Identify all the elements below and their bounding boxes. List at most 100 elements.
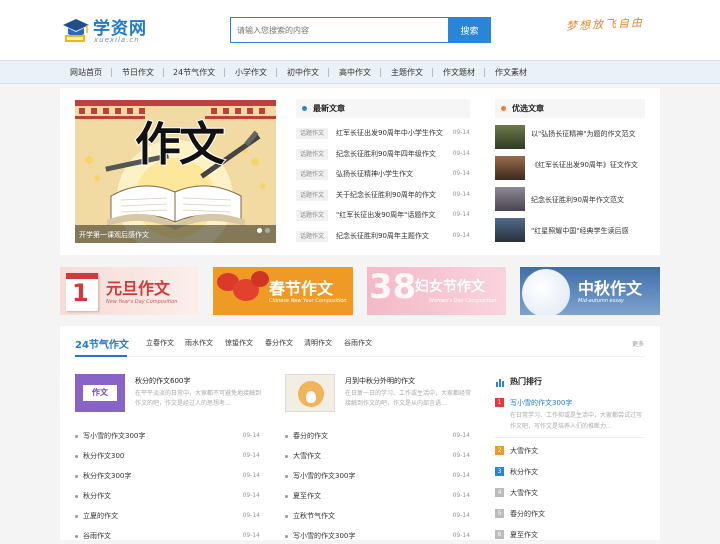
slider-dots[interactable] xyxy=(254,218,270,237)
banner-mid-autumn[interactable]: 中秋作文 Mid-autumn essay xyxy=(520,267,660,315)
article-link[interactable]: 《红军长征出发90周年》征文作文 xyxy=(531,160,643,171)
featured-article[interactable]: 作文 秋分的作文600字 在平平淡淡的日常中，大家都不可避免地接触到作文的吧，作… xyxy=(75,374,265,416)
list-item[interactable]: 秋分作文300 09-14 xyxy=(75,450,260,464)
pick-item[interactable]: 以"弘扬长征精神"为题的作文范文 xyxy=(495,125,645,155)
list-item[interactable]: 大雪作文 09-14 xyxy=(285,450,470,464)
article-thumbnail[interactable] xyxy=(495,156,525,180)
banner-new-year[interactable]: 1 元旦作文 New Year's Day Composition xyxy=(60,267,199,315)
latest-row[interactable]: 话题作文 纪念长征胜利90周年四年级作文 09-14 xyxy=(296,148,470,162)
hot-item[interactable]: 2 大雪作文 xyxy=(495,445,645,459)
nav-home[interactable]: 网站首页 xyxy=(70,67,102,78)
list-item[interactable]: 春分的作文 09-14 xyxy=(285,430,470,444)
tab-qingming[interactable]: 清明作文 xyxy=(304,338,332,348)
article-date: 09-14 xyxy=(452,129,470,136)
hot-item-top[interactable]: 1 写小雪的作文300字 xyxy=(495,397,645,411)
banner-womens-day[interactable]: 38 妇女节作文 Women's Day Composition xyxy=(367,267,506,315)
article-link[interactable]: 月到中秋分外明的作文 xyxy=(345,376,415,386)
article-link[interactable]: 红军长征出发90周年中小学生作文 xyxy=(336,128,443,138)
article-link[interactable]: 大雪作文 xyxy=(510,488,538,498)
article-link[interactable]: 秋分作文300字 xyxy=(83,471,131,481)
article-link[interactable]: 大雪作文 xyxy=(293,451,321,461)
article-link[interactable]: 纪念长征胜利90周年主题作文 xyxy=(336,231,429,241)
tab-jingzhe[interactable]: 惊蛰作文 xyxy=(225,338,253,348)
solar-terms-title[interactable]: 24节气作文 xyxy=(75,336,129,351)
latest-row[interactable]: 话题作文 "红军长征出发90周年"话题作文 09-14 xyxy=(296,209,470,223)
category-tag[interactable]: 话题作文 xyxy=(296,210,329,221)
article-thumbnail[interactable] xyxy=(495,218,525,242)
latest-row[interactable]: 话题作文 关于纪念长征胜利90周年的作文 09-14 xyxy=(296,189,470,203)
pick-item[interactable]: 《红军长征出发90周年》征文作文 xyxy=(495,156,645,186)
article-thumbnail[interactable] xyxy=(495,125,525,149)
slider-dot[interactable] xyxy=(257,228,262,233)
pick-item[interactable]: "红星照耀中国"经典学生读后感 xyxy=(495,218,645,248)
list-item[interactable]: 立秋节气作文 09-14 xyxy=(285,510,470,524)
article-link[interactable]: 写小雪的作文300字 xyxy=(293,471,355,481)
hot-item[interactable]: 5 春分的作文 xyxy=(495,508,645,522)
category-tag[interactable]: 话题作文 xyxy=(296,231,329,242)
latest-row[interactable]: 话题作文 纪念长征胜利90周年主题作文 09-14 xyxy=(296,230,470,244)
nav-primary[interactable]: 小学作文 xyxy=(235,67,267,78)
list-item[interactable]: 夏至作文 09-14 xyxy=(285,490,470,504)
site-logo[interactable]: 学资网 xuexila.cn xyxy=(62,14,162,48)
category-tag[interactable]: 话题作文 xyxy=(296,128,329,139)
list-item[interactable]: 秋分作文300字 09-14 xyxy=(75,470,260,484)
nav-theme[interactable]: 主题作文 xyxy=(391,67,423,78)
hero-caption[interactable]: 开学第一课观后感作文 xyxy=(75,225,276,243)
article-link[interactable]: 立夏的作文 xyxy=(83,511,118,521)
pick-item[interactable]: 纪念长征胜利90周年作文范文 xyxy=(495,187,645,217)
search-input[interactable] xyxy=(230,17,448,43)
article-link[interactable]: 关于纪念长征胜利90周年的作文 xyxy=(336,190,436,200)
more-link[interactable]: 更多 xyxy=(632,339,644,348)
list-item[interactable]: 秋分作文 09-14 xyxy=(75,490,260,504)
article-link[interactable]: 写小雪的作文300字 xyxy=(83,431,145,441)
list-item[interactable]: 谷雨作文 09-14 xyxy=(75,530,260,544)
article-link[interactable]: 春分的作文 xyxy=(293,431,328,441)
article-link[interactable]: 春分的作文 xyxy=(510,509,545,519)
article-link[interactable]: 秋分作文 xyxy=(83,491,111,501)
hero-slider[interactable]: 作文 开学第一课观后感作文 xyxy=(75,100,276,243)
hot-item[interactable]: 6 夏至作文 xyxy=(495,529,645,543)
list-item[interactable]: 写小雪的作文300字 09-14 xyxy=(285,470,470,484)
article-link[interactable]: 夏至作文 xyxy=(293,491,321,501)
list-item[interactable]: 写小雪的作文300字 09-14 xyxy=(75,430,260,444)
category-tag[interactable]: 话题作文 xyxy=(296,149,329,160)
article-link[interactable]: 大雪作文 xyxy=(510,446,538,456)
tab-guyu[interactable]: 谷雨作文 xyxy=(344,338,372,348)
article-link[interactable]: 以"弘扬长征精神"为题的作文范文 xyxy=(531,129,643,140)
list-item[interactable]: 写小雪的作文300字 09-14 xyxy=(285,530,470,544)
article-link[interactable]: "红军长征出发90周年"话题作文 xyxy=(336,210,435,220)
article-thumbnail[interactable] xyxy=(495,187,525,211)
tab-lichun[interactable]: 立春作文 xyxy=(146,338,174,348)
tab-yushui[interactable]: 雨水作文 xyxy=(185,338,213,348)
article-link[interactable]: 夏至作文 xyxy=(510,530,538,540)
nav-material[interactable]: 作文素材 xyxy=(495,67,527,78)
article-link[interactable]: 立秋节气作文 xyxy=(293,511,335,521)
list-item[interactable]: 立夏的作文 09-14 xyxy=(75,510,260,524)
article-thumbnail[interactable] xyxy=(285,374,335,412)
category-tag[interactable]: 话题作文 xyxy=(296,169,329,180)
article-thumbnail[interactable]: 作文 xyxy=(75,374,125,412)
latest-row[interactable]: 话题作文 弘扬长征精神小学生作文 09-14 xyxy=(296,168,470,182)
nav-festival[interactable]: 节日作文 xyxy=(122,67,154,78)
slider-dot[interactable] xyxy=(265,228,270,233)
article-link[interactable]: 秋分作文 xyxy=(510,467,538,477)
article-link[interactable]: "红星照耀中国"经典学生读后感 xyxy=(531,226,643,237)
featured-article[interactable]: 月到中秋分外明的作文 在日复一日的学习、工作或生活中，大家都经常接触到作文的吧，… xyxy=(285,374,475,416)
article-link[interactable]: 纪念长征胜利90周年四年级作文 xyxy=(336,149,436,159)
article-link[interactable]: 秋分的作文600字 xyxy=(135,376,190,386)
article-link[interactable]: 纪念长征胜利90周年作文范文 xyxy=(531,195,643,206)
banner-spring-festival[interactable]: 春节作文 Chinese New Year Composition xyxy=(213,267,353,315)
article-link[interactable]: 弘扬长征精神小学生作文 xyxy=(336,169,413,179)
hot-item[interactable]: 3 秋分作文 xyxy=(495,466,645,480)
nav-topic[interactable]: 作文题材 xyxy=(443,67,475,78)
nav-junior[interactable]: 初中作文 xyxy=(287,67,319,78)
article-link[interactable]: 秋分作文300 xyxy=(83,451,124,461)
search-button[interactable]: 搜索 xyxy=(448,17,491,43)
latest-row[interactable]: 话题作文 红军长征出发90周年中小学生作文 09-14 xyxy=(296,127,470,141)
tab-chunfen[interactable]: 春分作文 xyxy=(265,338,293,348)
nav-solar-terms[interactable]: 24节气作文 xyxy=(173,67,215,78)
nav-senior[interactable]: 高中作文 xyxy=(339,67,371,78)
category-tag[interactable]: 话题作文 xyxy=(296,190,329,201)
hot-item[interactable]: 4 大雪作文 xyxy=(495,487,645,501)
article-link[interactable]: 写小雪的作文300字 xyxy=(510,398,572,408)
